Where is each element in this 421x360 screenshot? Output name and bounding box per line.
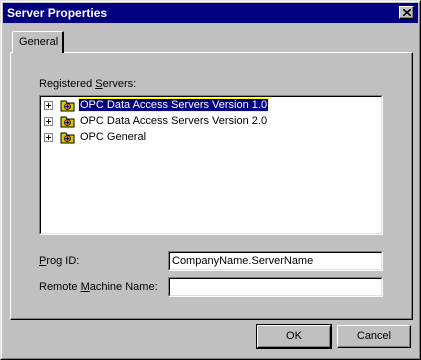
server-folder-icon <box>60 100 75 112</box>
server-folder-icon <box>60 116 75 128</box>
prog-id-label: Prog ID: <box>39 255 80 267</box>
prog-id-input[interactable] <box>171 254 380 268</box>
tree-item-label: OPC Data Access Servers Version 2.0 <box>80 115 268 127</box>
window-title: Server Properties <box>7 6 108 20</box>
tree-item-label: OPC Data Access Servers Version 1.0 <box>77 98 270 112</box>
server-properties-dialog: Server Properties General Registered Ser… <box>0 0 421 360</box>
registered-servers-tree[interactable]: OPC Data Access Servers Version 1.0 OPC … <box>39 95 383 235</box>
close-button[interactable] <box>399 6 414 19</box>
server-folder-icon <box>60 132 75 144</box>
remote-machine-name-label: Remote Machine Name: <box>39 281 158 293</box>
title-bar[interactable]: Server Properties <box>3 3 418 23</box>
ok-button[interactable]: OK <box>256 324 332 349</box>
cancel-button[interactable]: Cancel <box>337 325 411 348</box>
prog-id-field[interactable] <box>168 251 383 271</box>
plus-expander-icon[interactable] <box>44 101 53 110</box>
plus-expander-icon[interactable] <box>44 117 53 126</box>
remote-machine-name-input[interactable] <box>171 280 380 294</box>
tree-item-label: OPC General <box>80 131 147 143</box>
registered-servers-label: Registered Servers: <box>39 78 137 90</box>
tab-general[interactable]: General <box>12 31 64 53</box>
tab-general-label: General <box>19 36 59 48</box>
remote-machine-name-field[interactable] <box>168 277 383 297</box>
plus-expander-icon[interactable] <box>44 133 53 142</box>
close-icon <box>403 9 411 16</box>
